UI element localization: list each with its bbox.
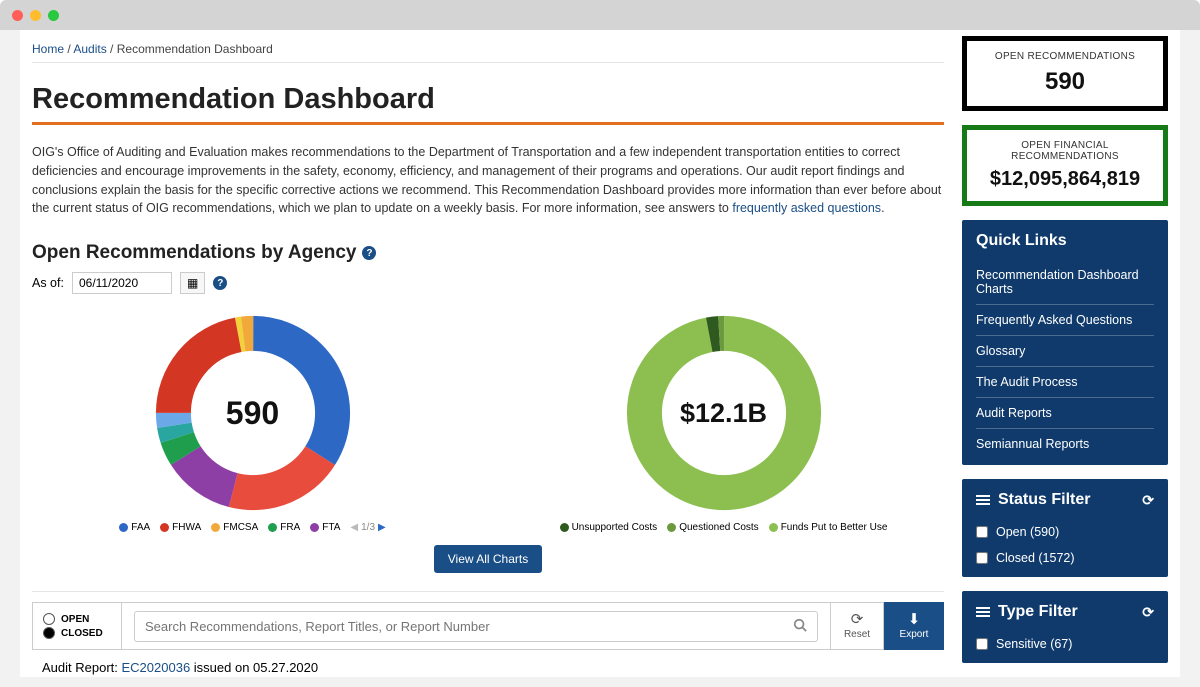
quick-links-panel: Quick Links Recommendation Dashboard Cha…	[962, 220, 1168, 465]
view-all-charts-button[interactable]: View All Charts	[434, 545, 542, 573]
intro-text: OIG's Office of Auditing and Evaluation …	[32, 143, 944, 218]
status-open-checkbox[interactable]: Open (590)	[976, 519, 1154, 545]
legend-item[interactable]: FAA	[119, 522, 150, 533]
open-financial-label: OPEN FINANCIAL RECOMMENDATIONS	[975, 140, 1155, 162]
filter-icon	[976, 607, 990, 617]
legend-next-icon[interactable]: ▶	[378, 522, 386, 533]
search-icon[interactable]	[793, 618, 807, 635]
filter-icon	[976, 495, 990, 505]
open-closed-filter: OPEN CLOSED	[32, 602, 122, 650]
legend-pager: 1/3	[361, 522, 375, 533]
financial-legend: Unsupported Costs Questioned Costs Funds…	[560, 522, 888, 533]
faq-link[interactable]: frequently asked questions	[732, 201, 881, 215]
agency-donut-center: 590	[148, 308, 358, 518]
open-financial-card: OPEN FINANCIAL RECOMMENDATIONS $12,095,8…	[962, 125, 1168, 206]
type-filter-title: Type Filter	[998, 603, 1078, 621]
title-underline	[32, 122, 944, 125]
refresh-icon[interactable]: ⟳	[1142, 604, 1154, 621]
audit-report-line: Audit Report: EC2020036 issued on 05.27.…	[32, 660, 944, 675]
page-title: Recommendation Dashboard	[32, 83, 944, 116]
quick-link[interactable]: The Audit Process	[976, 367, 1154, 398]
export-button[interactable]: ⬇ Export	[884, 602, 944, 650]
type-sensitive-checkbox[interactable]: Sensitive (67)	[976, 631, 1154, 657]
legend-item[interactable]: Unsupported Costs	[560, 522, 658, 533]
section-heading: Open Recommendations by Agency ?	[32, 242, 944, 264]
agency-donut-chart[interactable]: 590	[148, 308, 358, 518]
quick-links-title: Quick Links	[976, 232, 1154, 250]
breadcrumb-home[interactable]: Home	[32, 42, 64, 56]
quick-link[interactable]: Semiannual Reports	[976, 429, 1154, 459]
open-financial-value: $12,095,864,819	[975, 168, 1155, 191]
help-icon[interactable]: ?	[213, 276, 227, 290]
legend-item[interactable]: FMCSA	[211, 522, 258, 533]
close-icon[interactable]	[12, 10, 23, 21]
audit-report-link[interactable]: EC2020036	[122, 660, 191, 675]
open-recs-card: OPEN RECOMMENDATIONS 590	[962, 36, 1168, 111]
calendar-icon[interactable]: ▦	[180, 272, 205, 294]
financial-donut-center: $12.1B	[619, 308, 829, 518]
quick-link[interactable]: Audit Reports	[976, 398, 1154, 429]
open-recs-value: 590	[975, 68, 1155, 96]
reset-button[interactable]: ⟳ Reset	[830, 602, 884, 650]
legend-item[interactable]: Questioned Costs	[667, 522, 759, 533]
search-input[interactable]	[145, 619, 793, 634]
refresh-icon: ⟳	[851, 612, 864, 627]
quick-link[interactable]: Frequently Asked Questions	[976, 305, 1154, 336]
quick-link[interactable]: Glossary	[976, 336, 1154, 367]
minimize-icon[interactable]	[30, 10, 41, 21]
divider	[32, 591, 944, 592]
open-radio[interactable]: OPEN	[43, 613, 111, 625]
legend-item[interactable]: FHWA	[160, 522, 201, 533]
open-recs-label: OPEN RECOMMENDATIONS	[975, 51, 1155, 62]
quick-link[interactable]: Recommendation Dashboard Charts	[976, 260, 1154, 305]
status-filter-title: Status Filter	[998, 491, 1090, 509]
as-of-row: As of: ▦ ?	[32, 272, 944, 294]
legend-item[interactable]: Funds Put to Better Use	[769, 522, 888, 533]
as-of-date-input[interactable]	[72, 272, 172, 294]
breadcrumb: Home / Audits / Recommendation Dashboard	[32, 40, 944, 63]
maximize-icon[interactable]	[48, 10, 59, 21]
financial-donut-chart[interactable]: $12.1B	[619, 308, 829, 518]
refresh-icon[interactable]: ⟳	[1142, 492, 1154, 509]
download-icon: ⬇	[908, 612, 921, 627]
agency-legend: FAA FHWA FMCSA FRA FTA ◀ 1/3 ▶	[119, 522, 385, 533]
help-icon[interactable]: ?	[362, 246, 376, 260]
legend-item[interactable]: FTA	[310, 522, 340, 533]
closed-radio[interactable]: CLOSED	[43, 627, 111, 639]
legend-item[interactable]: FRA	[268, 522, 300, 533]
browser-titlebar	[0, 0, 1200, 30]
as-of-label: As of:	[32, 276, 64, 290]
breadcrumb-current: Recommendation Dashboard	[117, 42, 273, 56]
status-closed-checkbox[interactable]: Closed (1572)	[976, 545, 1154, 571]
status-filter-panel: Status Filter ⟳ Open (590) Closed (1572)	[962, 479, 1168, 577]
type-filter-panel: Type Filter ⟳ Sensitive (67)	[962, 591, 1168, 663]
legend-prev-icon[interactable]: ◀	[350, 522, 358, 533]
breadcrumb-audits[interactable]: Audits	[73, 42, 106, 56]
